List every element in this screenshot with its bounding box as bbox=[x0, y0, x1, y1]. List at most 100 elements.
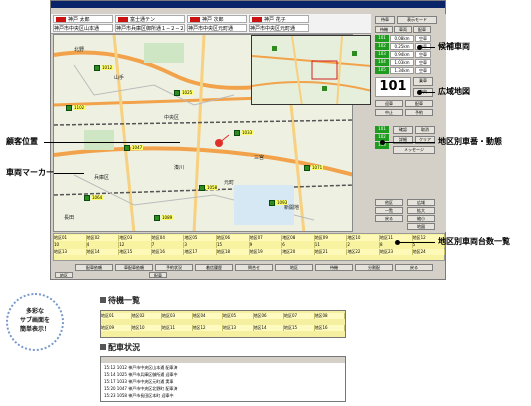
area-name-cell[interactable]: 地区04 bbox=[151, 235, 185, 241]
dispatch-row[interactable]: 15:12 1012 神戸市中央区山本通 配車済 bbox=[104, 365, 342, 370]
area-name-cell[interactable]: 地区17 bbox=[184, 249, 217, 255]
dispatch-row[interactable]: 15:23 1058 神戸市長田区本町 迎車中 bbox=[104, 393, 342, 398]
area-name-cell[interactable]: 地区15 bbox=[119, 249, 152, 255]
wait-area-cell[interactable]: 地区07 bbox=[284, 313, 315, 319]
area-count-cell[interactable]: 12 bbox=[119, 242, 152, 248]
other-area-button[interactable]: 他区 bbox=[375, 199, 403, 206]
dispatch-request-button[interactable]: 配車依頼 bbox=[75, 264, 113, 271]
vehicle-marker[interactable] bbox=[154, 215, 160, 221]
area-name-cell[interactable]: 地区06 bbox=[217, 235, 250, 241]
split-dispatch-button[interactable]: 分割配 bbox=[355, 264, 393, 271]
wait-area-cell[interactable]: 地区09 bbox=[101, 325, 132, 331]
candidate-vehicle-number[interactable]: 102 bbox=[375, 43, 389, 50]
wide-area-button[interactable]: 広域 bbox=[407, 199, 435, 206]
vehicle-marker[interactable] bbox=[174, 90, 180, 96]
back-button[interactable]: 戻る bbox=[375, 215, 403, 222]
vehicle-marker[interactable] bbox=[304, 165, 310, 171]
list-button[interactable]: 一覧 bbox=[375, 207, 403, 214]
customer-name-3[interactable]: 神戸 次郎 bbox=[187, 15, 247, 23]
area-name-cell[interactable]: 地区23 bbox=[380, 249, 413, 255]
area-count-cell[interactable]: 9 bbox=[250, 242, 283, 248]
dispatch-row[interactable]: 15:17 1033 神戸市中央区元町通 実車 bbox=[104, 379, 342, 384]
wait-area-cell[interactable]: 地区16 bbox=[314, 325, 345, 331]
area-name-cell[interactable]: 地区03 bbox=[119, 235, 152, 241]
candidate-vehicle-number[interactable]: 104 bbox=[375, 59, 389, 66]
map-button[interactable]: 地図 bbox=[407, 223, 435, 230]
vehicle-marker[interactable] bbox=[234, 130, 240, 136]
reservation-status-button[interactable]: 予約状況 bbox=[155, 264, 193, 271]
area-name-cell[interactable]: 地区10 bbox=[347, 235, 380, 241]
area-tab[interactable]: 地区 bbox=[55, 272, 73, 278]
wait-area-cell[interactable]: 地区08 bbox=[314, 313, 345, 319]
customer-name-1[interactable]: 神戸 太郎 bbox=[53, 15, 113, 23]
area-name-cell[interactable]: 地区05 bbox=[184, 235, 217, 241]
vehicle-marker[interactable] bbox=[269, 200, 275, 206]
tab-dispatch[interactable]: 配車 bbox=[413, 26, 431, 33]
vehicle-marker[interactable] bbox=[94, 65, 100, 71]
area-name-cell[interactable]: 地区20 bbox=[282, 249, 315, 255]
dispatch-row[interactable]: 15:20 1047 神戸市中央区北野町 配車済 bbox=[104, 386, 342, 391]
area-count-cell[interactable]: 3 bbox=[184, 242, 217, 248]
area-name-cell[interactable]: 地区24 bbox=[412, 249, 446, 255]
tab-wait[interactable]: 待機 bbox=[375, 26, 393, 33]
wait-area-cell[interactable]: 地区15 bbox=[284, 325, 315, 331]
zoom-out-button[interactable]: 縮小 bbox=[407, 215, 435, 222]
stop-button[interactable]: 中止 bbox=[375, 109, 403, 116]
area-name-cell[interactable]: 地区02 bbox=[86, 235, 120, 241]
vehicle-marker[interactable] bbox=[199, 185, 205, 191]
message-button[interactable]: メッセージ bbox=[393, 146, 435, 154]
confirm-button[interactable]: 確認 bbox=[393, 126, 413, 134]
area-button[interactable]: 地区 bbox=[275, 264, 313, 271]
call-history-button[interactable]: 着信履歴 bbox=[195, 264, 233, 271]
reserve-button[interactable]: 予約 bbox=[405, 109, 433, 116]
customer-name-4[interactable]: 神戸 花子 bbox=[249, 15, 309, 23]
display-mode-button[interactable]: 表示モード bbox=[397, 16, 437, 24]
area-vehicle-number[interactable]: 101 bbox=[375, 126, 389, 133]
area-name-cell[interactable]: 地区18 bbox=[217, 249, 250, 255]
vehicle-marker[interactable] bbox=[84, 195, 90, 201]
area-count-cell[interactable]: 4 bbox=[87, 242, 120, 248]
wait-area-cell[interactable]: 地区12 bbox=[192, 325, 223, 331]
area-count-cell[interactable]: 15 bbox=[217, 242, 250, 248]
area-name-cell[interactable]: 地区01 bbox=[54, 235, 87, 241]
tab-vehicle[interactable]: 車両 bbox=[394, 26, 412, 33]
wait-button[interactable]: 待車 bbox=[375, 16, 395, 24]
area-name-cell[interactable]: 地区09 bbox=[314, 235, 348, 241]
dispatch-button[interactable]: 配車 bbox=[405, 100, 433, 107]
cancel-button[interactable]: 取消 bbox=[415, 126, 435, 134]
area-count-cell[interactable]: 10 bbox=[54, 242, 87, 248]
wait-area-cell[interactable]: 地区05 bbox=[223, 313, 254, 319]
dispatch-row[interactable]: 15:14 1025 神戸市兵庫区御所通 迎車中 bbox=[104, 372, 342, 377]
customer-name-2[interactable]: 富士通テン bbox=[115, 15, 185, 23]
wide-area-map[interactable] bbox=[251, 35, 371, 105]
vehicle-dispatch-request-button[interactable]: 車配車依頼 bbox=[115, 264, 153, 271]
pickup-button[interactable]: 迎車 bbox=[375, 100, 403, 107]
area-name-cell[interactable]: 地区16 bbox=[151, 249, 185, 255]
area-name-cell[interactable]: 地区19 bbox=[249, 249, 283, 255]
area-name-cell[interactable]: 地区07 bbox=[249, 235, 283, 241]
dispatch-tab[interactable]: 配車 bbox=[149, 272, 167, 278]
wait-area-cell[interactable]: 地区14 bbox=[253, 325, 284, 331]
candidate-vehicle-number[interactable]: 101 bbox=[375, 35, 389, 42]
wait-area-cell[interactable]: 地区02 bbox=[131, 313, 162, 319]
inquiry-button[interactable]: 問合せ bbox=[235, 264, 273, 271]
vehicle-marker[interactable] bbox=[66, 105, 72, 111]
area-count-cell[interactable]: 2 bbox=[347, 242, 380, 248]
wait-area-cell[interactable]: 地区10 bbox=[131, 325, 162, 331]
wait-area-cell[interactable]: 地区11 bbox=[162, 325, 193, 331]
area-name-cell[interactable]: 地区22 bbox=[347, 249, 380, 255]
return-button[interactable]: 戻る bbox=[395, 264, 433, 271]
area-name-cell[interactable]: 地区21 bbox=[314, 249, 348, 255]
standby-button[interactable]: 待機 bbox=[315, 264, 353, 271]
area-count-cell[interactable]: 11 bbox=[315, 242, 348, 248]
vehicle-marker[interactable] bbox=[124, 145, 130, 151]
area-name-cell[interactable]: 地区14 bbox=[86, 249, 120, 255]
wait-area-cell[interactable]: 地区01 bbox=[101, 313, 132, 319]
wait-area-cell[interactable]: 地区04 bbox=[192, 313, 223, 319]
wait-area-cell[interactable]: 地区13 bbox=[223, 325, 254, 331]
area-count-cell[interactable]: 7 bbox=[152, 242, 185, 248]
area-name-cell[interactable]: 地区08 bbox=[282, 235, 315, 241]
area-name-cell[interactable]: 地区13 bbox=[54, 249, 87, 255]
wait-area-cell[interactable]: 地区03 bbox=[162, 313, 193, 319]
candidate-vehicle-number[interactable]: 103 bbox=[375, 51, 389, 58]
